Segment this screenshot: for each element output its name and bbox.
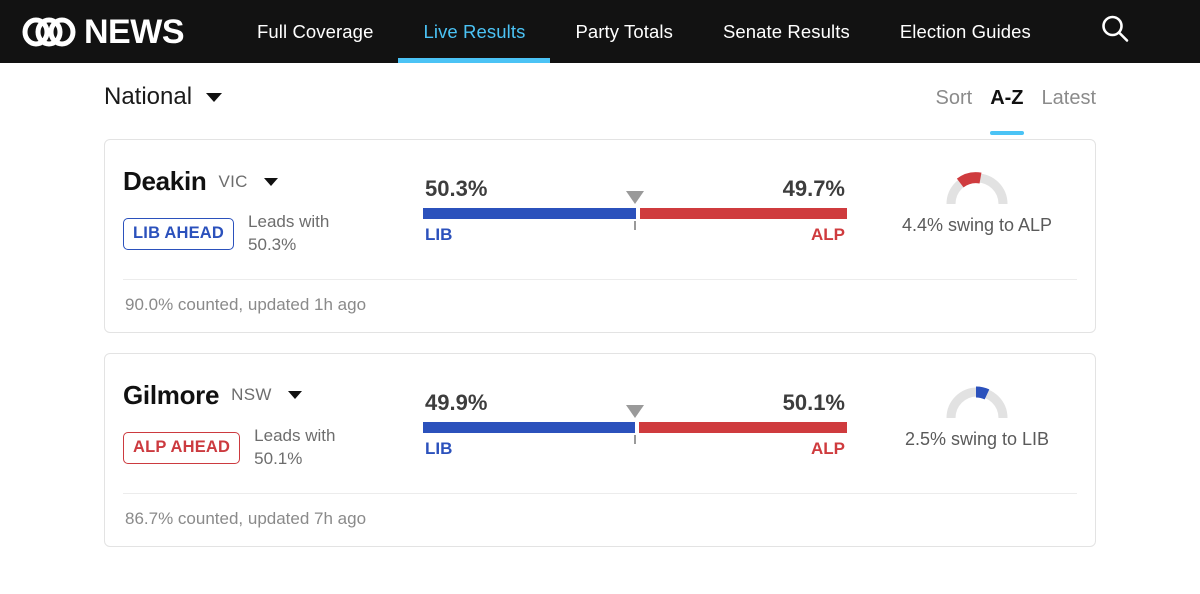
region-selector[interactable]: National xyxy=(104,83,223,111)
controls-row: National Sort A-Z Latest xyxy=(0,63,1200,139)
sort-option-latest[interactable]: Latest xyxy=(1042,87,1096,113)
sort-option-az[interactable]: A-Z xyxy=(990,87,1024,135)
seat-info: Gilmore NSW ALP AHEAD Leads with 50.1% xyxy=(123,380,423,471)
main-nav: Full Coverage Live Results Party Totals … xyxy=(232,0,1056,63)
leads-line-1: Leads with xyxy=(248,212,330,231)
search-icon xyxy=(1099,13,1131,50)
swing-area: 4.4% swing to ALP xyxy=(877,166,1077,237)
swing-gauge-icon xyxy=(944,168,1010,208)
nav-item-party-totals[interactable]: Party Totals xyxy=(550,0,698,63)
seat-title-row[interactable]: Gilmore NSW xyxy=(123,380,423,411)
seat-state: NSW xyxy=(231,385,272,405)
leads-text: Leads with 50.3% xyxy=(248,211,329,257)
seat-card[interactable]: Deakin VIC LIB AHEAD Leads with 50.3% 50.… xyxy=(104,139,1096,333)
region-label: National xyxy=(104,83,193,110)
search-button[interactable] xyxy=(1078,0,1152,63)
leads-text: Leads with 50.1% xyxy=(254,425,335,471)
seat-state: VIC xyxy=(218,171,248,191)
two-party-bar: 49.9% 50.1% LIB ALP xyxy=(423,380,847,459)
alp-party-label: ALP xyxy=(811,438,845,458)
swing-text: 2.5% swing to LIB xyxy=(904,428,1050,449)
seat-card[interactable]: Gilmore NSW ALP AHEAD Leads with 50.1% 49… xyxy=(104,352,1096,547)
seat-name: Gilmore xyxy=(123,379,220,410)
bar-track xyxy=(423,404,847,444)
swing-area: 2.5% swing to LIB xyxy=(877,380,1077,451)
bar-segment-alp xyxy=(640,208,847,219)
chevron-down-icon xyxy=(206,92,223,102)
bar-segment-lib xyxy=(423,421,635,433)
bar-segment-alp xyxy=(638,421,847,433)
status-badge: ALP AHEAD xyxy=(123,431,241,464)
status-badge: LIB AHEAD xyxy=(123,217,235,250)
bar-track xyxy=(423,191,847,230)
seat-card-main: Gilmore NSW ALP AHEAD Leads with 50.1% 49… xyxy=(123,354,1077,494)
nav-item-senate-results[interactable]: Senate Results xyxy=(698,0,875,63)
swing-text: 4.4% swing to ALP xyxy=(901,215,1053,235)
seat-status-row: LIB AHEAD Leads with 50.3% xyxy=(123,211,423,257)
nav-item-full-coverage[interactable]: Full Coverage xyxy=(232,0,398,63)
bar-segment-lib xyxy=(423,208,637,219)
midpoint-marker-icon xyxy=(626,404,644,418)
lib-percent-value: 49.9% xyxy=(425,389,488,415)
lib-party-label: LIB xyxy=(425,438,453,458)
seat-title-row[interactable]: Deakin VIC xyxy=(123,166,423,197)
swing-gauge-icon xyxy=(944,382,1010,422)
lib-percent-value: 50.3% xyxy=(425,176,488,201)
seat-card-main: Deakin VIC LIB AHEAD Leads with 50.3% 50.… xyxy=(123,140,1077,280)
seat-info: Deakin VIC LIB AHEAD Leads with 50.3% xyxy=(123,166,423,257)
seat-name: Deakin xyxy=(123,166,207,196)
two-party-bar: 50.3% 49.7% LIB ALP xyxy=(423,166,847,245)
chevron-down-icon[interactable] xyxy=(263,177,278,186)
seat-status-row: ALP AHEAD Leads with 50.1% xyxy=(123,425,423,471)
leads-line-2: 50.3% xyxy=(248,234,297,254)
nav-item-live-results[interactable]: Live Results xyxy=(398,0,551,63)
chevron-down-icon[interactable] xyxy=(287,391,302,400)
alp-percent-value: 50.1% xyxy=(782,389,845,415)
alp-percent-value: 49.7% xyxy=(782,176,845,201)
nav-item-election-guides[interactable]: Election Guides xyxy=(875,0,1056,63)
lib-party-label: LIB xyxy=(425,225,453,244)
abc-news-brand[interactable]: NEWS xyxy=(0,0,202,63)
seat-card-footer: 86.7% counted, updated 7h ago xyxy=(125,508,367,528)
midpoint-tick xyxy=(634,221,636,230)
leads-line-2: 50.1% xyxy=(254,448,303,468)
leads-line-1: Leads with xyxy=(254,425,336,445)
brand-wordmark: NEWS xyxy=(84,12,185,51)
seat-card-footer: 90.0% counted, updated 1h ago xyxy=(125,294,367,314)
midpoint-tick xyxy=(634,434,636,444)
site-header: NEWS Full Coverage Live Results Party To… xyxy=(0,0,1200,63)
midpoint-marker-icon xyxy=(626,191,644,204)
sort-label: Sort xyxy=(935,87,973,109)
alp-party-label: ALP xyxy=(811,225,845,244)
seat-card-list: Deakin VIC LIB AHEAD Leads with 50.3% 50.… xyxy=(0,139,1200,547)
abc-logo-icon xyxy=(22,17,82,47)
sort-group: Sort A-Z Latest xyxy=(935,83,1096,135)
